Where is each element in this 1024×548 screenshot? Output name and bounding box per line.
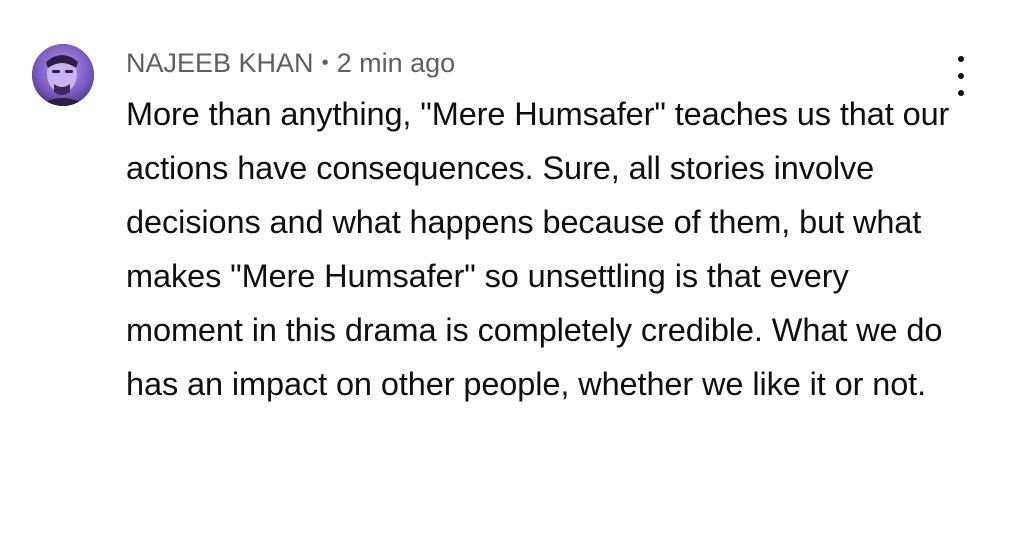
more-vert-icon-dot-3: [958, 90, 964, 96]
comment-meta: NAJEEB KHAN • 2 min ago: [126, 46, 455, 80]
comment-text: More than anything, "Mere Humsafer" teac…: [126, 96, 950, 402]
meta-separator: •: [321, 51, 329, 74]
more-vert-icon-dot-2: [958, 73, 964, 79]
comment-item: NAJEEB KHAN • 2 min ago More than anythi…: [0, 0, 1024, 548]
more-vert-icon: [958, 56, 964, 62]
comment-timestamp[interactable]: 2 min ago: [337, 48, 456, 79]
avatar[interactable]: [32, 44, 94, 106]
more-options-button[interactable]: [944, 56, 978, 96]
avatar-image: [32, 44, 94, 106]
author-name[interactable]: NAJEEB KHAN: [126, 48, 314, 79]
